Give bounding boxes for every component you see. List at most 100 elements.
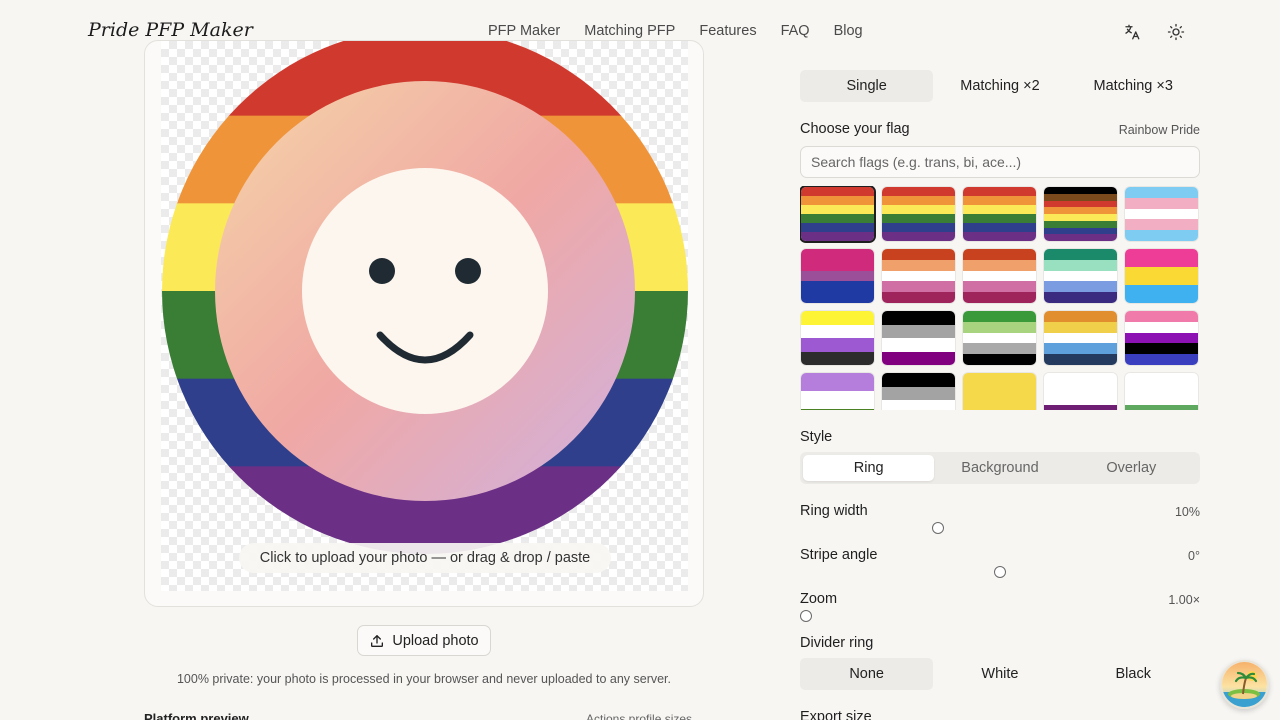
profile-sizes-link[interactable]: Actions profile sizes — [586, 712, 692, 720]
upload-photo-button[interactable]: Upload photo — [357, 625, 491, 656]
nav-pfp-maker[interactable]: PFP Maker — [488, 23, 560, 39]
flag-option[interactable] — [801, 187, 874, 241]
nav-blog[interactable]: Blog — [834, 23, 863, 39]
flag-option[interactable] — [1125, 311, 1198, 365]
flag-stripe — [882, 386, 955, 400]
flag-stripe — [1044, 200, 1117, 208]
divider-white[interactable]: White — [933, 658, 1066, 690]
nav-matching-pfp[interactable]: Matching PFP — [584, 23, 675, 39]
upload-hint[interactable]: Click to upload your photo — or drag & d… — [239, 543, 611, 573]
mode-matching-2[interactable]: Matching ×2 — [933, 70, 1066, 102]
choose-flag-label: Choose your flag — [800, 121, 910, 137]
style-ring[interactable]: Ring — [803, 455, 935, 481]
flag-option[interactable] — [1044, 311, 1117, 365]
ring-width-value: 10% — [1174, 505, 1200, 519]
flag-stripe — [801, 196, 874, 205]
flag-option[interactable] — [801, 373, 874, 410]
divider-ring-selector: None White Black — [800, 658, 1200, 690]
flag-option[interactable] — [882, 373, 955, 410]
flag-stripe — [1125, 208, 1198, 220]
flag-stripe — [1044, 281, 1117, 293]
island-avatar-icon[interactable] — [1220, 660, 1269, 709]
flag-stripe — [1044, 354, 1117, 365]
smiley-eye-right — [455, 258, 481, 284]
flag-stripe — [801, 232, 874, 241]
flag-stripe — [963, 332, 1036, 344]
flag-stripe — [882, 351, 955, 365]
flag-stripe — [882, 338, 955, 352]
flag-stripe — [1044, 270, 1117, 282]
flag-stripe — [801, 391, 874, 409]
flag-stripe — [882, 214, 955, 223]
flag-stripe — [882, 187, 955, 196]
divider-black[interactable]: Black — [1067, 658, 1200, 690]
smiley-face-icon — [302, 168, 548, 414]
flag-stripe — [1044, 292, 1117, 303]
ring-width-slider[interactable] — [931, 522, 944, 534]
flag-option[interactable] — [882, 311, 955, 365]
selected-flag-name: Rainbow Pride — [1118, 123, 1200, 137]
stripe-angle-label: Stripe angle — [800, 547, 878, 563]
flag-stripe — [1044, 193, 1117, 201]
flag-stripe — [882, 232, 955, 241]
style-overlay[interactable]: Overlay — [1066, 455, 1197, 481]
flag-stripe — [1044, 249, 1117, 260]
nav-faq[interactable]: FAQ — [781, 23, 810, 39]
zoom-value: 1.00× — [1168, 593, 1200, 607]
flag-stripe — [801, 281, 874, 293]
flag-search-input[interactable] — [800, 146, 1200, 178]
flag-stripe — [1125, 197, 1198, 209]
flag-stripe — [1044, 214, 1117, 221]
flag-option[interactable] — [1044, 187, 1117, 241]
mode-matching-3[interactable]: Matching ×3 — [1067, 70, 1200, 102]
flag-stripe — [1044, 405, 1117, 410]
flag-option[interactable] — [1125, 373, 1198, 410]
flag-option[interactable] — [1044, 373, 1117, 410]
flag-stripe — [801, 338, 874, 352]
flag-option[interactable] — [963, 249, 1036, 303]
flag-stripe — [801, 259, 874, 271]
flag-option[interactable] — [801, 311, 874, 365]
flag-option[interactable] — [1125, 187, 1198, 241]
flag-stripe — [963, 343, 1036, 355]
flag-stripe — [882, 259, 955, 271]
flag-stripe — [1044, 220, 1117, 228]
mode-single[interactable]: Single — [800, 70, 934, 102]
pfp-preview[interactable] — [162, 40, 688, 554]
flag-stripe — [1125, 405, 1198, 410]
flag-option[interactable] — [801, 249, 874, 303]
flag-stripe — [1044, 234, 1117, 241]
flag-stripe — [1044, 227, 1117, 235]
platform-preview-heading: Platform preview — [144, 711, 249, 720]
flag-stripe — [963, 214, 1036, 223]
flag-stripe — [1125, 267, 1198, 285]
flag-stripe — [1125, 343, 1198, 355]
smiley-eye-left — [369, 258, 395, 284]
flag-option[interactable] — [882, 249, 955, 303]
flag-stripe — [1125, 373, 1198, 384]
flag-stripe — [882, 324, 955, 338]
style-background[interactable]: Background — [934, 455, 1065, 481]
flag-option[interactable] — [963, 187, 1036, 241]
flag-stripe — [1044, 394, 1117, 406]
flag-stripe — [1125, 383, 1198, 395]
flag-stripe — [882, 400, 955, 410]
flag-stripe — [1125, 249, 1198, 267]
flag-option[interactable] — [882, 187, 955, 241]
stripe-angle-slider[interactable] — [994, 566, 1006, 578]
flag-option[interactable] — [1125, 249, 1198, 303]
nav-features[interactable]: Features — [699, 23, 756, 39]
translate-icon[interactable] — [1122, 22, 1142, 42]
zoom-label: Zoom — [800, 591, 838, 607]
flag-option[interactable] — [963, 311, 1036, 365]
flag-stripe — [963, 270, 1036, 282]
divider-none[interactable]: None — [800, 658, 934, 690]
flag-stripe — [801, 223, 874, 232]
flag-option[interactable] — [1044, 249, 1117, 303]
zoom-slider[interactable] — [800, 610, 812, 622]
sun-icon[interactable] — [1166, 22, 1186, 42]
site-logo[interactable]: Pride PFP Maker — [88, 19, 253, 41]
upload-icon — [371, 634, 384, 647]
flag-stripe — [1125, 219, 1198, 231]
flag-option[interactable] — [963, 373, 1036, 410]
